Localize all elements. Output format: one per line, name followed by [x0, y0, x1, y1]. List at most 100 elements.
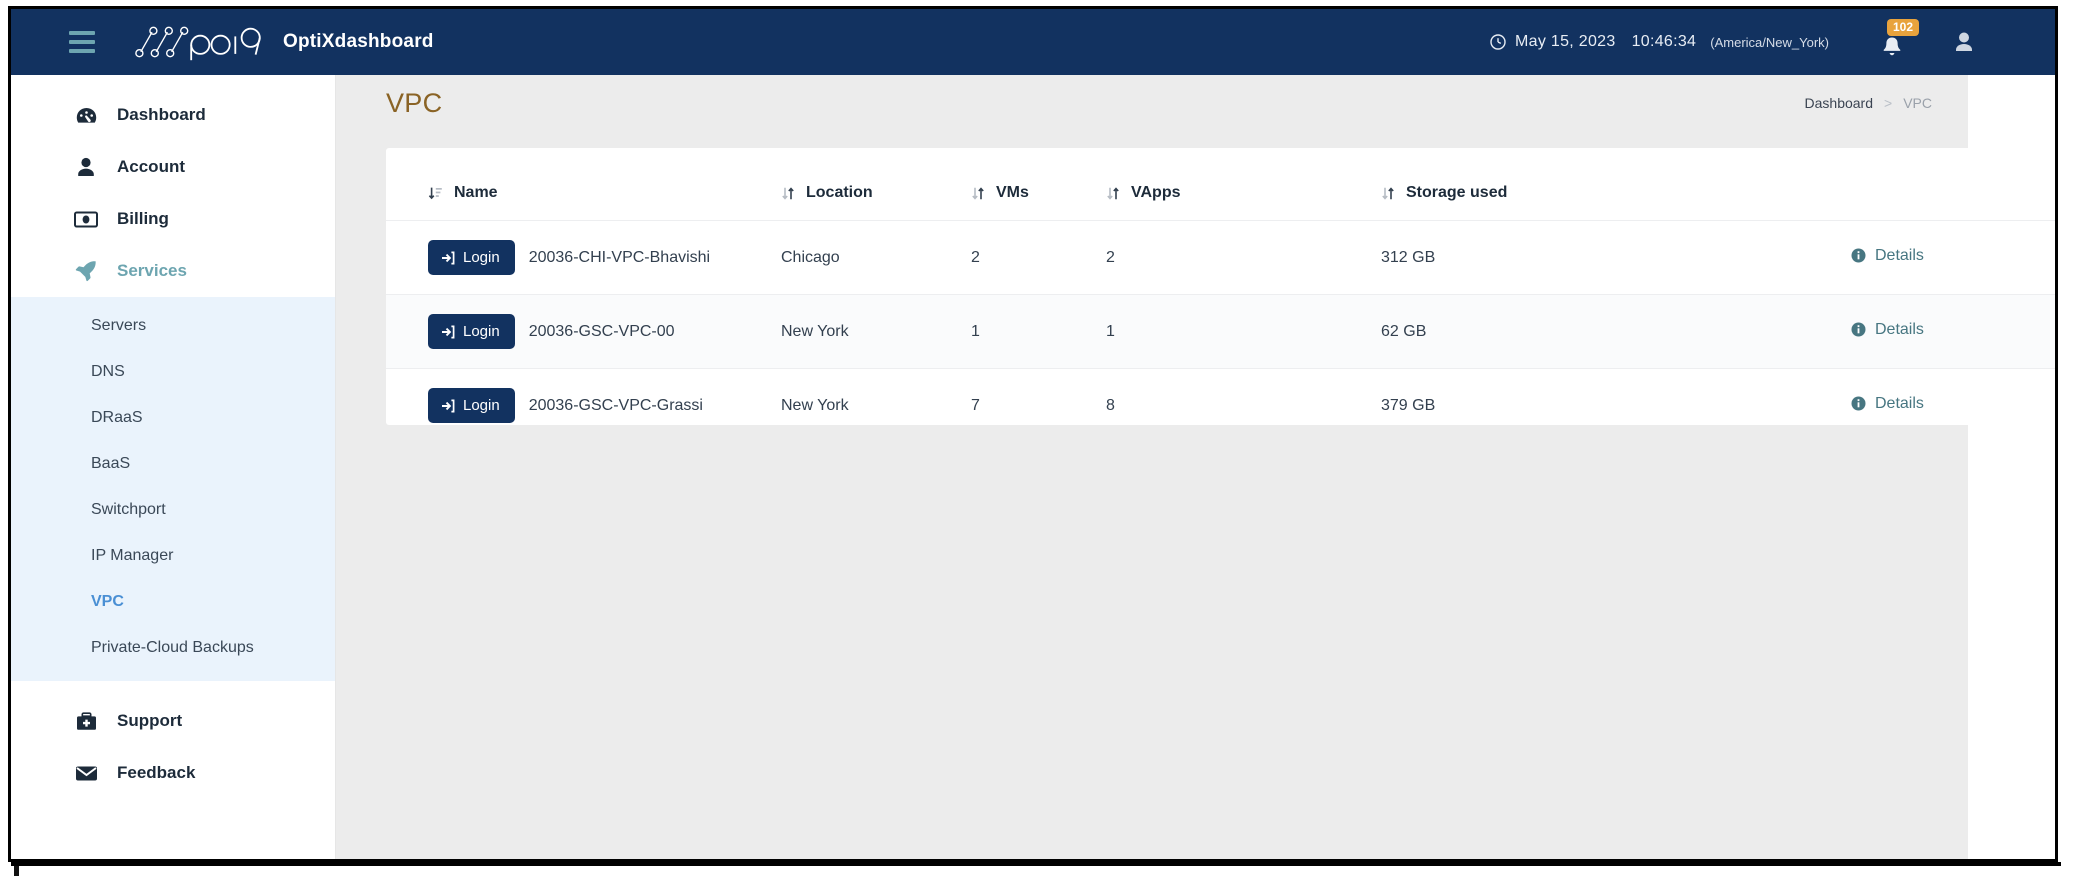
- sidebar-item-account[interactable]: Account: [11, 141, 335, 193]
- sidebar-subitem-label: Servers: [91, 317, 147, 334]
- sidebar-subitem-label: DRaaS: [91, 409, 143, 426]
- sidebar-subitem-label: DNS: [91, 363, 125, 380]
- login-button[interactable]: Login: [428, 314, 515, 349]
- details-label: Details: [1875, 394, 1924, 412]
- login-button[interactable]: Login: [428, 240, 515, 275]
- sidebar-item-label: Support: [117, 711, 183, 730]
- details-link[interactable]: Details: [1851, 395, 1924, 413]
- sidebar-item-label: Dashboard: [117, 105, 206, 124]
- cell-actions: Details: [1851, 294, 2055, 369]
- body-area: Dashboard Account Billing Services Serve…: [11, 75, 2055, 859]
- sign-in-icon: [441, 399, 455, 413]
- brand-logo[interactable]: OptiXdashboard: [131, 19, 434, 65]
- application-window: OptiXdashboard May 15, 2023 10:46:34 (Am…: [8, 6, 2058, 862]
- sidebar-item-billing[interactable]: Billing: [11, 193, 335, 245]
- cell-actions: Details: [1851, 220, 2055, 295]
- sidebar-item-baas[interactable]: BaaS: [11, 441, 335, 487]
- sidebar-item-servers[interactable]: Servers: [11, 303, 335, 349]
- login-button-label: Login: [463, 397, 500, 414]
- sidebar-item-switchport[interactable]: Switchport: [11, 487, 335, 533]
- column-header-location[interactable]: Location: [781, 170, 971, 221]
- sidebar-navigation: Dashboard Account Billing Services Serve…: [11, 75, 336, 859]
- dashboard-gauge-icon: [73, 106, 99, 125]
- cell-vms: 7: [971, 396, 980, 414]
- user-avatar-icon: [1956, 32, 1972, 51]
- info-circle-icon: [1851, 248, 1866, 263]
- cell-location: New York: [781, 396, 849, 414]
- breadcrumb-separator-icon: >: [1884, 95, 1893, 111]
- table-row: Login 20036-CHI-VPC-Bhavishi Chicago 2 2…: [386, 220, 2055, 295]
- vpc-name: 20036-CHI-VPC-Bhavishi: [528, 248, 711, 266]
- briefcase-medical-icon: [73, 711, 99, 731]
- header-time: 10:46:34: [1631, 33, 1697, 50]
- cell-vms: 2: [971, 220, 1106, 295]
- table-header-row: Name Location VMs VApps Storage used: [386, 170, 2055, 221]
- details-link[interactable]: Details: [1851, 321, 1924, 339]
- cell-name: Login 20036-GSC-VPC-Grassi: [386, 369, 781, 443]
- cell-storage-used: 312 GB: [1381, 220, 1851, 295]
- sidebar-item-vpc[interactable]: VPC: [11, 579, 335, 625]
- user-avatar[interactable]: [1951, 27, 1977, 57]
- details-link[interactable]: Details: [1851, 247, 1924, 265]
- sidebar-item-dashboard[interactable]: Dashboard: [11, 89, 335, 141]
- cell-vapps: 8: [1106, 396, 1115, 414]
- user-icon: [73, 157, 99, 177]
- column-header-label: Storage used: [1406, 184, 1508, 201]
- page-title: VPC: [386, 87, 443, 118]
- clock-icon: [1490, 34, 1506, 50]
- vpc-table-card: Name Location VMs VApps Storage used Log…: [386, 148, 2055, 425]
- column-header-name[interactable]: Name: [386, 170, 781, 221]
- column-header-vapps[interactable]: VApps: [1106, 170, 1381, 221]
- sort-updown-icon: [1381, 186, 1395, 201]
- sidebar-item-ip-manager[interactable]: IP Manager: [11, 533, 335, 579]
- sidebar-item-services[interactable]: Services: [11, 245, 335, 297]
- breadcrumb: Dashboard > VPC: [1805, 95, 1932, 111]
- services-submenu: Servers DNS DRaaS BaaS Switchport IP Man…: [11, 297, 335, 681]
- sort-updown-icon: [971, 186, 985, 201]
- sidebar-subitem-label: Switchport: [91, 501, 166, 518]
- sort-updown-icon: [781, 186, 795, 201]
- sidebar-item-support[interactable]: Support: [11, 695, 335, 747]
- window-shadow: [11, 862, 2061, 866]
- cell-name: Login 20036-GSC-VPC-00: [386, 294, 781, 369]
- hamburger-menu-icon[interactable]: [69, 31, 95, 53]
- sidebar-item-private-cloud-backups[interactable]: Private-Cloud Backups: [11, 625, 335, 671]
- column-header-label: VApps: [1131, 184, 1181, 201]
- details-label: Details: [1875, 246, 1924, 264]
- vpc-name: 20036-GSC-VPC-00: [528, 322, 675, 340]
- sidebar-item-feedback[interactable]: Feedback: [11, 747, 335, 799]
- cell-location: New York: [781, 294, 971, 369]
- sign-in-icon: [441, 325, 455, 339]
- sidebar-subitem-label: VPC: [91, 593, 124, 610]
- login-button[interactable]: Login: [428, 388, 515, 423]
- sidebar-item-label: Account: [117, 157, 185, 176]
- breadcrumb-dashboard[interactable]: Dashboard: [1805, 95, 1874, 111]
- cell-vms: 1: [971, 294, 1106, 369]
- sidebar-item-dns[interactable]: DNS: [11, 349, 335, 395]
- sidebar-item-label: Services: [117, 261, 187, 280]
- cursor-tick: [14, 866, 19, 876]
- table-header: Name Location VMs VApps Storage used: [386, 170, 2055, 221]
- column-header-actions: [1851, 170, 2055, 221]
- vpc-table: Name Location VMs VApps Storage used Log…: [386, 170, 2055, 443]
- column-header-vms[interactable]: VMs: [971, 170, 1106, 221]
- header-clock: May 15, 2023 10:46:34 (America/New_York): [1490, 33, 1829, 51]
- table-row: Login 20036-GSC-VPC-00 New York 1 1 62 G…: [386, 294, 2055, 369]
- sort-amount-down-icon: [428, 186, 443, 201]
- cell-vapps: 2: [1106, 220, 1381, 295]
- opti9-logo-icon: [135, 26, 261, 61]
- login-button-label: Login: [463, 249, 500, 266]
- money-bill-icon: [73, 211, 99, 228]
- header-timezone: (America/New_York): [1710, 34, 1829, 50]
- sidebar-subitem-label: Private-Cloud Backups: [91, 639, 254, 656]
- notifications-button[interactable]: 102: [1877, 19, 1920, 59]
- brand-name: OptiXdashboard: [283, 31, 434, 52]
- column-header-storage-used[interactable]: Storage used: [1381, 170, 1851, 221]
- main-content: VPC Dashboard > VPC Name Location VMs VA…: [336, 75, 2055, 859]
- breadcrumb-current: VPC: [1903, 95, 1932, 111]
- login-button-label: Login: [463, 323, 500, 340]
- notification-count-badge: 102: [1887, 19, 1920, 36]
- sidebar-item-draas[interactable]: DRaaS: [11, 395, 335, 441]
- column-header-label: Name: [454, 184, 498, 201]
- cell-actions: Details: [1851, 369, 2055, 443]
